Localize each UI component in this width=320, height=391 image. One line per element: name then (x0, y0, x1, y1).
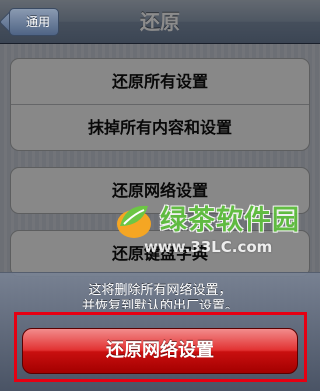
highlight-frame (14, 312, 307, 382)
back-button-label: 通用 (26, 15, 51, 29)
watermark-url: www.33LC.com (144, 238, 273, 256)
message-line-1: 这将删除所有网络设置， (88, 283, 232, 298)
watermark: 绿茶软件园 www.33LC.com (112, 196, 320, 266)
watermark-title: 绿茶软件园 (160, 205, 300, 236)
watermark-logo-icon (117, 205, 151, 238)
back-button-area: 通用 (0, 0, 60, 44)
back-button[interactable]: 通用 (9, 8, 60, 36)
action-sheet-message: 这将删除所有网络设置， 并恢复到默认的出厂设置。 (0, 283, 320, 309)
message-line-2: 并恢复到默认的出厂设置。 (81, 299, 238, 309)
